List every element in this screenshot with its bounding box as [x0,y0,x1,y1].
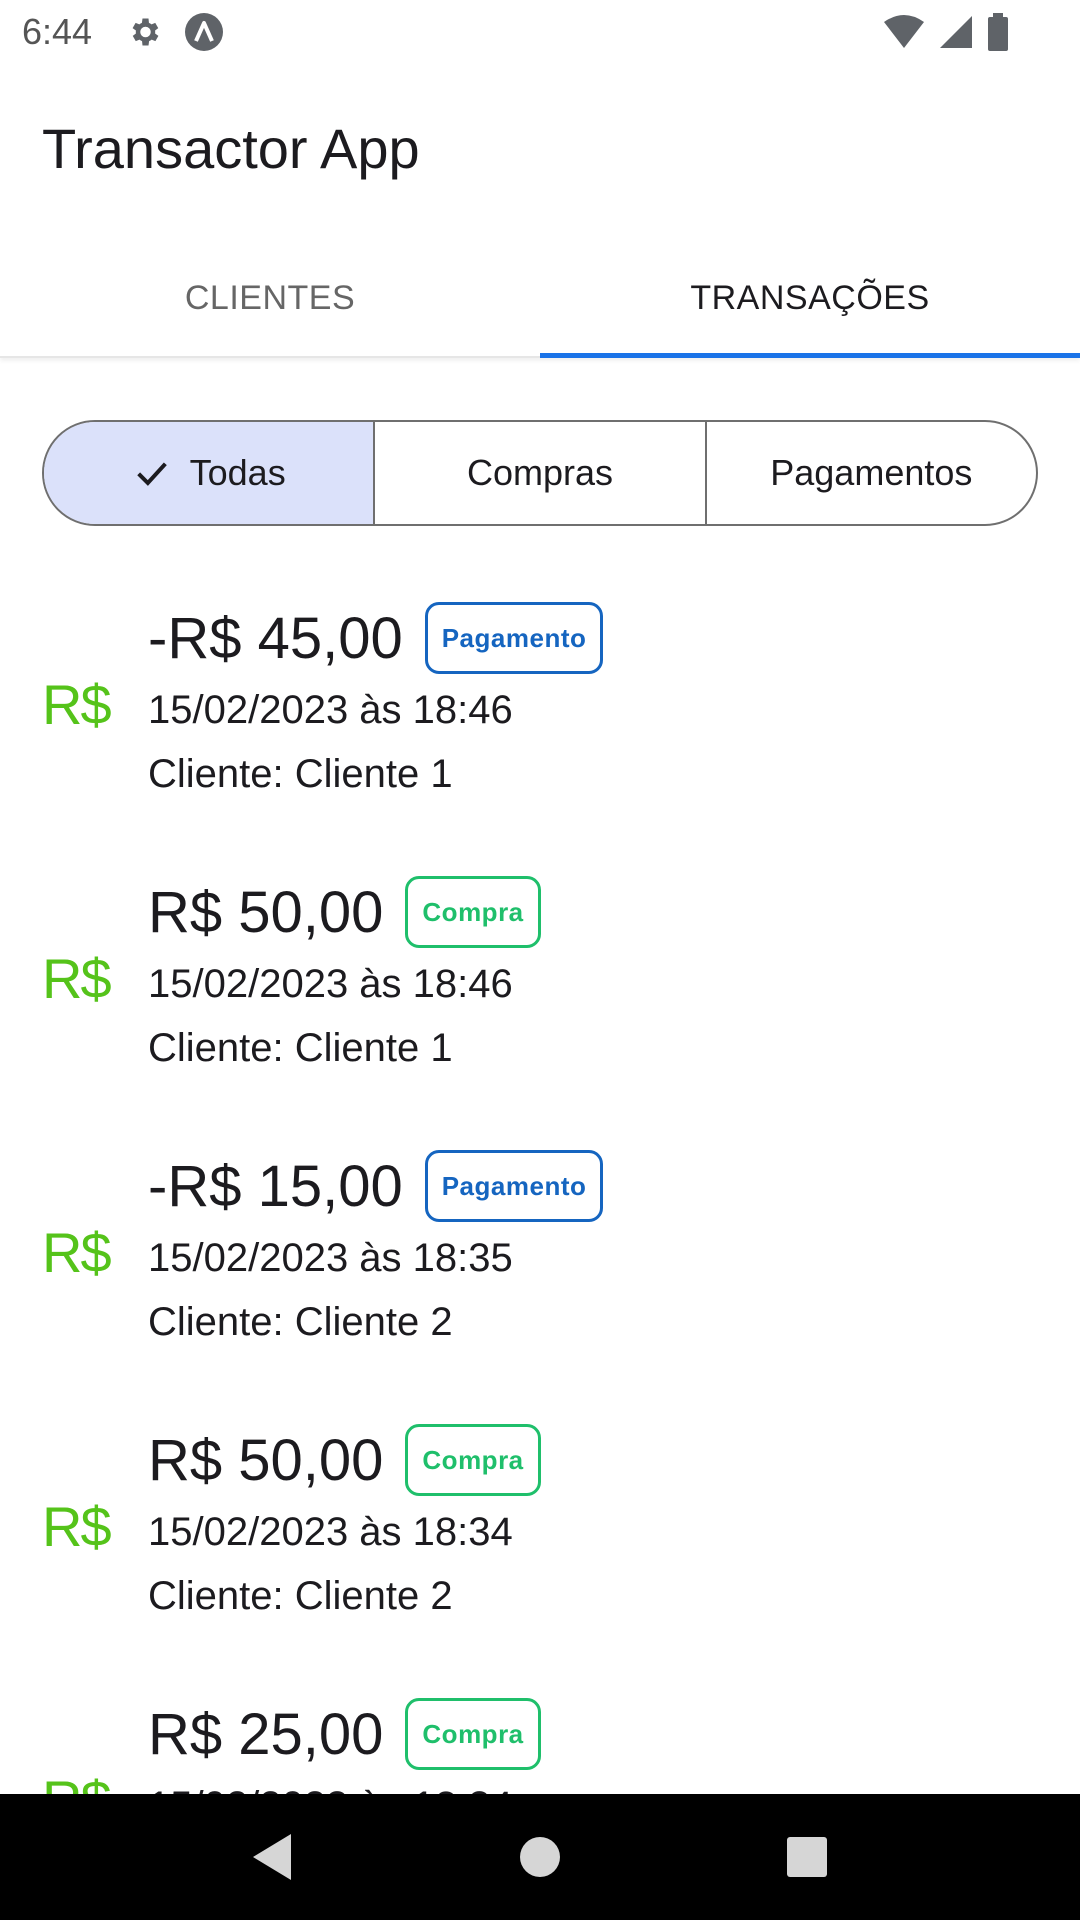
list-item[interactable]: R$ -R$ 45,00 Pagamento 15/02/2023 às 18:… [0,586,1080,860]
list-item[interactable]: R$ -R$ 15,00 Pagamento 15/02/2023 às 18:… [0,1134,1080,1408]
type-badge: Compra [405,1424,541,1496]
transaction-date: 15/02/2023 às 18:46 [148,688,513,732]
home-icon[interactable] [500,1817,580,1897]
currency-icon: R$ [42,1768,112,1794]
recents-icon[interactable] [767,1817,847,1897]
transaction-amount: R$ 25,00 [148,1701,384,1767]
transaction-client: Cliente: Cliente 1 [148,752,453,796]
list-item[interactable]: R$ R$ 50,00 Compra 15/02/2023 às 18:46 C… [0,860,1080,1134]
transaction-filter: Todas Compras Pagamentos [42,420,1038,526]
transaction-date: 15/02/2023 às 18:34 [148,1510,513,1554]
android-a-icon [184,12,224,52]
battery-icon [986,12,1010,57]
transaction-list[interactable]: R$ -R$ 45,00 Pagamento 15/02/2023 às 18:… [0,586,1080,1794]
app-bar: Transactor App [0,64,1080,230]
filter-todas-label: Todas [189,452,286,493]
tab-bar: CLIENTES TRANSAÇÕES [0,240,1080,358]
type-badge: Compra [405,876,541,948]
filter-todas-button[interactable]: Todas [44,422,374,524]
transaction-client: Cliente: Cliente 1 [148,1026,453,1070]
amount-row: R$ 50,00 Compra [148,1424,541,1496]
transaction-date: 15/02/2023 às 18:35 [148,1236,513,1280]
currency-icon: R$ [42,947,112,1010]
list-item[interactable]: R$ R$ 50,00 Compra 15/02/2023 às 18:34 C… [0,1408,1080,1682]
amount-row: R$ 25,00 Compra [148,1698,541,1770]
transaction-amount: -R$ 15,00 [148,1153,403,1219]
transaction-amount: R$ 50,00 [148,879,384,945]
transaction-date: 15/02/2023 às 18:34 [148,1784,513,1794]
app-title: Transactor App [42,117,420,180]
currency-icon: R$ [42,673,112,736]
type-badge: Pagamento [424,602,604,674]
status-time: 6:44 [22,11,93,52]
transaction-date: 15/02/2023 às 18:46 [148,962,513,1006]
transaction-client: Cliente: Cliente 2 [148,1574,453,1618]
filter-pagamentos-label: Pagamentos [770,452,973,493]
status-right-icons [882,12,1010,57]
wifi-icon [882,14,926,55]
tab-clientes[interactable]: CLIENTES [0,240,540,356]
filter-compras-label: Compras [466,452,614,493]
amount-row: -R$ 45,00 Pagamento [148,602,604,674]
type-badge: Compra [405,1698,541,1770]
settings-icon [126,14,162,50]
transaction-amount: -R$ 45,00 [148,605,403,671]
amount-row: -R$ 15,00 Pagamento [148,1150,604,1222]
transaction-client: Cliente: Cliente 2 [148,1300,453,1344]
list-item[interactable]: R$ R$ 25,00 Compra 15/02/2023 às 18:34 [0,1682,1080,1794]
filter-pagamentos-button[interactable]: Pagamentos [704,422,1036,524]
filter-compras-button[interactable]: Compras [373,422,704,524]
back-icon[interactable] [233,1817,313,1897]
status-bar: 6:44 [0,0,1080,64]
currency-icon: R$ [42,1221,112,1284]
amount-row: R$ 50,00 Compra [148,876,541,948]
signal-icon [938,14,974,55]
currency-icon: R$ [42,1495,112,1558]
type-badge: Pagamento [424,1150,604,1222]
screen: 6:44 Transactor App CLIENTES TRANSAÇÕES [0,0,1080,1920]
system-nav-bar [0,1794,1080,1920]
check-icon [132,453,172,493]
transaction-amount: R$ 50,00 [148,1427,384,1493]
tab-transacoes[interactable]: TRANSAÇÕES [540,240,1080,358]
